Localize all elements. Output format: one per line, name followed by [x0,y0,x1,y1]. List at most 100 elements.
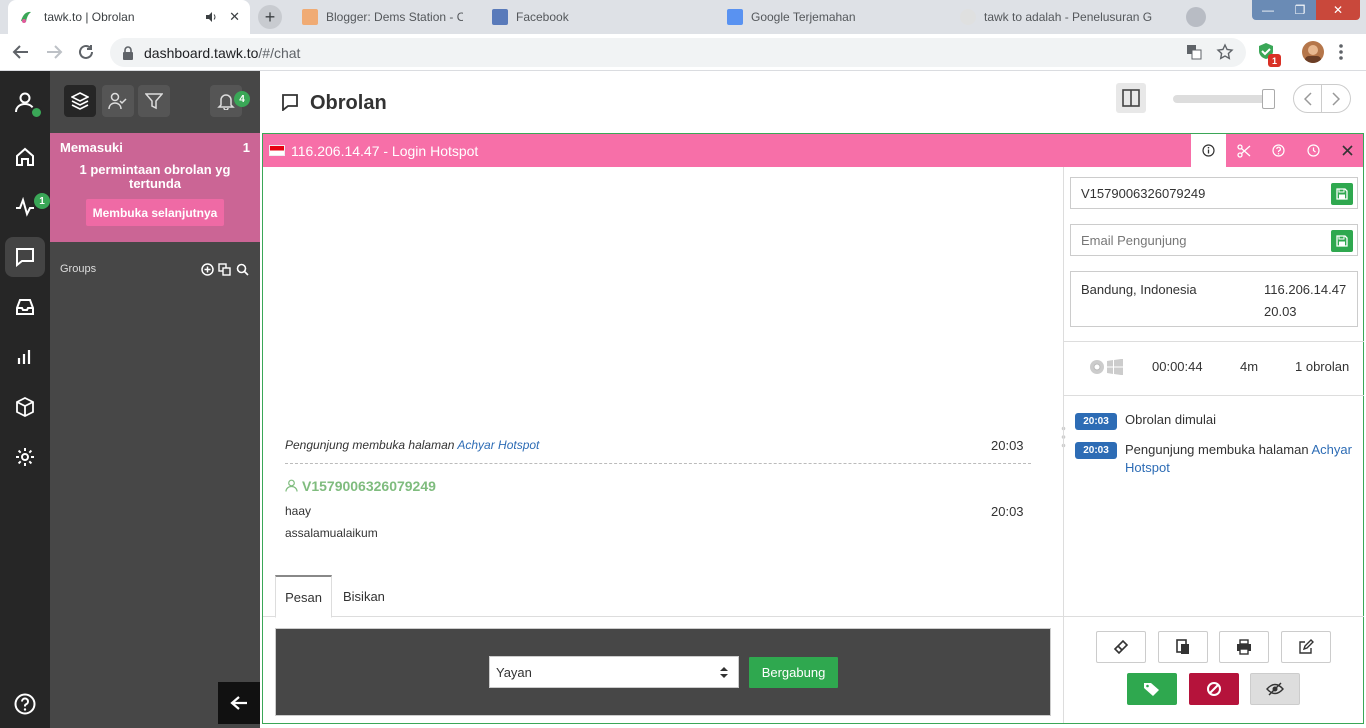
url-host: dashboard.tawk.to [144,44,259,61]
blogger-favicon-icon [302,9,318,25]
inbox-icon[interactable] [5,287,45,327]
close-chat-icon[interactable] [1331,134,1363,167]
google-favicon-icon [960,9,976,25]
copy-group-icon[interactable] [218,263,231,276]
search-groups-icon[interactable] [236,263,249,276]
lock-icon [122,45,134,60]
hide-button[interactable] [1250,673,1300,705]
translate-icon[interactable] [1186,44,1202,60]
chat-header: 116.206.14.47 - Login Hotspot [263,134,1363,167]
window-controls: — ❐ ✕ [1252,0,1360,20]
notification-badge: 4 [234,91,250,107]
visitor-email-field[interactable]: Email Pengunjung [1070,224,1358,256]
scissors-icon[interactable] [1226,134,1261,167]
save-name-button[interactable] [1331,183,1353,205]
zoom-slider[interactable] [1173,89,1275,109]
browser-tab-inactive[interactable]: Blogger: Dems Station - Overv [290,0,475,34]
layers-button[interactable] [64,85,96,117]
divider [1064,616,1364,617]
tab-whisper[interactable]: Bisikan [343,575,385,617]
gear-icon[interactable] [5,437,45,477]
chrome-browser-icon [1089,359,1105,375]
page-title: Obrolan [310,92,387,114]
divider [1064,341,1364,342]
edit-button[interactable] [1281,631,1331,663]
online-status-dot [30,106,43,119]
zoom-slider-handle[interactable] [1262,89,1275,109]
collapse-back-button[interactable] [218,682,260,724]
new-tab-button[interactable]: + [258,5,282,29]
browser-tab-active[interactable]: tawk.to | Obrolan ✕ [8,0,250,34]
visitor-name-field[interactable]: V1579006326079249 [1070,177,1358,209]
tab-search-icon[interactable] [1186,7,1206,27]
tag-button[interactable] [1127,673,1177,705]
help-circle-icon[interactable] [1261,134,1296,167]
home-icon[interactable] [5,137,45,177]
visitor-user-icon [285,479,298,492]
activity-badge: 1 [34,193,50,209]
tab-close-icon[interactable]: ✕ [229,9,240,25]
next-chat-button[interactable] [1322,84,1351,113]
browser-tab-inactive[interactable]: tawk to adalah - Penelusuran G [948,0,1173,34]
chat-window: 116.206.14.47 - Login Hotspot Pengunjung… [262,133,1364,724]
filter-button[interactable] [138,85,170,117]
browser-tab-bar: tawk.to | Obrolan ✕ + Blogger: Dems Stat… [0,0,1366,34]
info-tab-button[interactable] [1191,134,1226,167]
message-text: haay [285,504,312,518]
user-check-button[interactable] [102,85,134,117]
minimize-button[interactable]: — [1252,0,1284,20]
browser-tab-inactive[interactable]: Google Terjemahan [715,0,945,34]
incoming-count: 1 [242,140,250,155]
composer-tabs: Pesan Bisikan [263,575,1063,618]
browser-menu-icon[interactable] [1338,43,1344,61]
package-icon[interactable] [5,387,45,427]
message-time: 20:03 [991,504,1024,519]
chat-title: 116.206.14.47 - Login Hotspot [291,143,479,159]
close-window-button[interactable]: ✕ [1316,0,1360,20]
chat-bubble-icon [281,93,299,111]
restore-button[interactable]: ❐ [1284,0,1316,20]
visitor-ip: 116.206.14.47 [1264,282,1347,297]
help-icon[interactable] [5,684,45,724]
visit-event: Pengunjung membuka halaman Achyar Hotspo… [285,438,540,452]
transcript-button[interactable] [1158,631,1208,663]
visitor-name: V1579006326079249 [302,478,436,494]
select-arrows-icon [720,666,728,679]
prev-chat-button[interactable] [1293,84,1322,113]
visitor-info-panel: V1579006326079249 Email Pengunjung Bandu… [1063,167,1364,723]
timeline-text: Obrolan dimulai [1125,412,1217,427]
forward-arrow-icon[interactable] [45,43,63,61]
visit-event-time: 20:03 [991,438,1024,453]
ticket-button[interactable] [1096,631,1146,663]
nav-rail: 1 [0,71,50,728]
ban-button[interactable] [1189,673,1239,705]
message-text: assalamualaikum [285,526,378,540]
url-bar[interactable]: dashboard.tawk.to/#/chat [110,38,1246,67]
split-view-button[interactable] [1116,83,1146,113]
page-header: Obrolan [260,71,1366,133]
reload-icon[interactable] [77,43,95,61]
timeline-time-badge: 20:03 [1075,442,1117,459]
tab-message[interactable]: Pesan [275,575,332,618]
agent-select[interactable]: Yayan [489,656,739,688]
back-arrow-icon[interactable] [12,43,30,61]
bar-chart-icon[interactable] [5,337,45,377]
chat-bubble-icon[interactable] [5,237,45,277]
speaker-icon[interactable] [205,11,217,23]
browser-tab-inactive[interactable]: Facebook [480,0,710,34]
indonesia-flag-icon [269,145,285,156]
chat-duration: 00:00:44 [1152,359,1203,374]
bookmark-star-icon[interactable] [1216,43,1234,61]
profile-avatar[interactable] [1302,41,1324,63]
page-link[interactable]: Achyar Hotspot [457,438,539,452]
join-button[interactable]: Bergabung [749,657,838,688]
extension-badge: 1 [1268,54,1281,67]
message-list: Pengunjung membuka halaman Achyar Hotspo… [263,167,1063,575]
windows-os-icon [1107,359,1123,375]
print-button[interactable] [1219,631,1269,663]
timeline-time-badge: 20:03 [1075,413,1117,430]
save-email-button[interactable] [1331,230,1353,252]
open-next-button[interactable]: Membuka selanjutnya [86,199,224,226]
history-clock-icon[interactable] [1296,134,1331,167]
add-group-icon[interactable] [201,263,214,276]
